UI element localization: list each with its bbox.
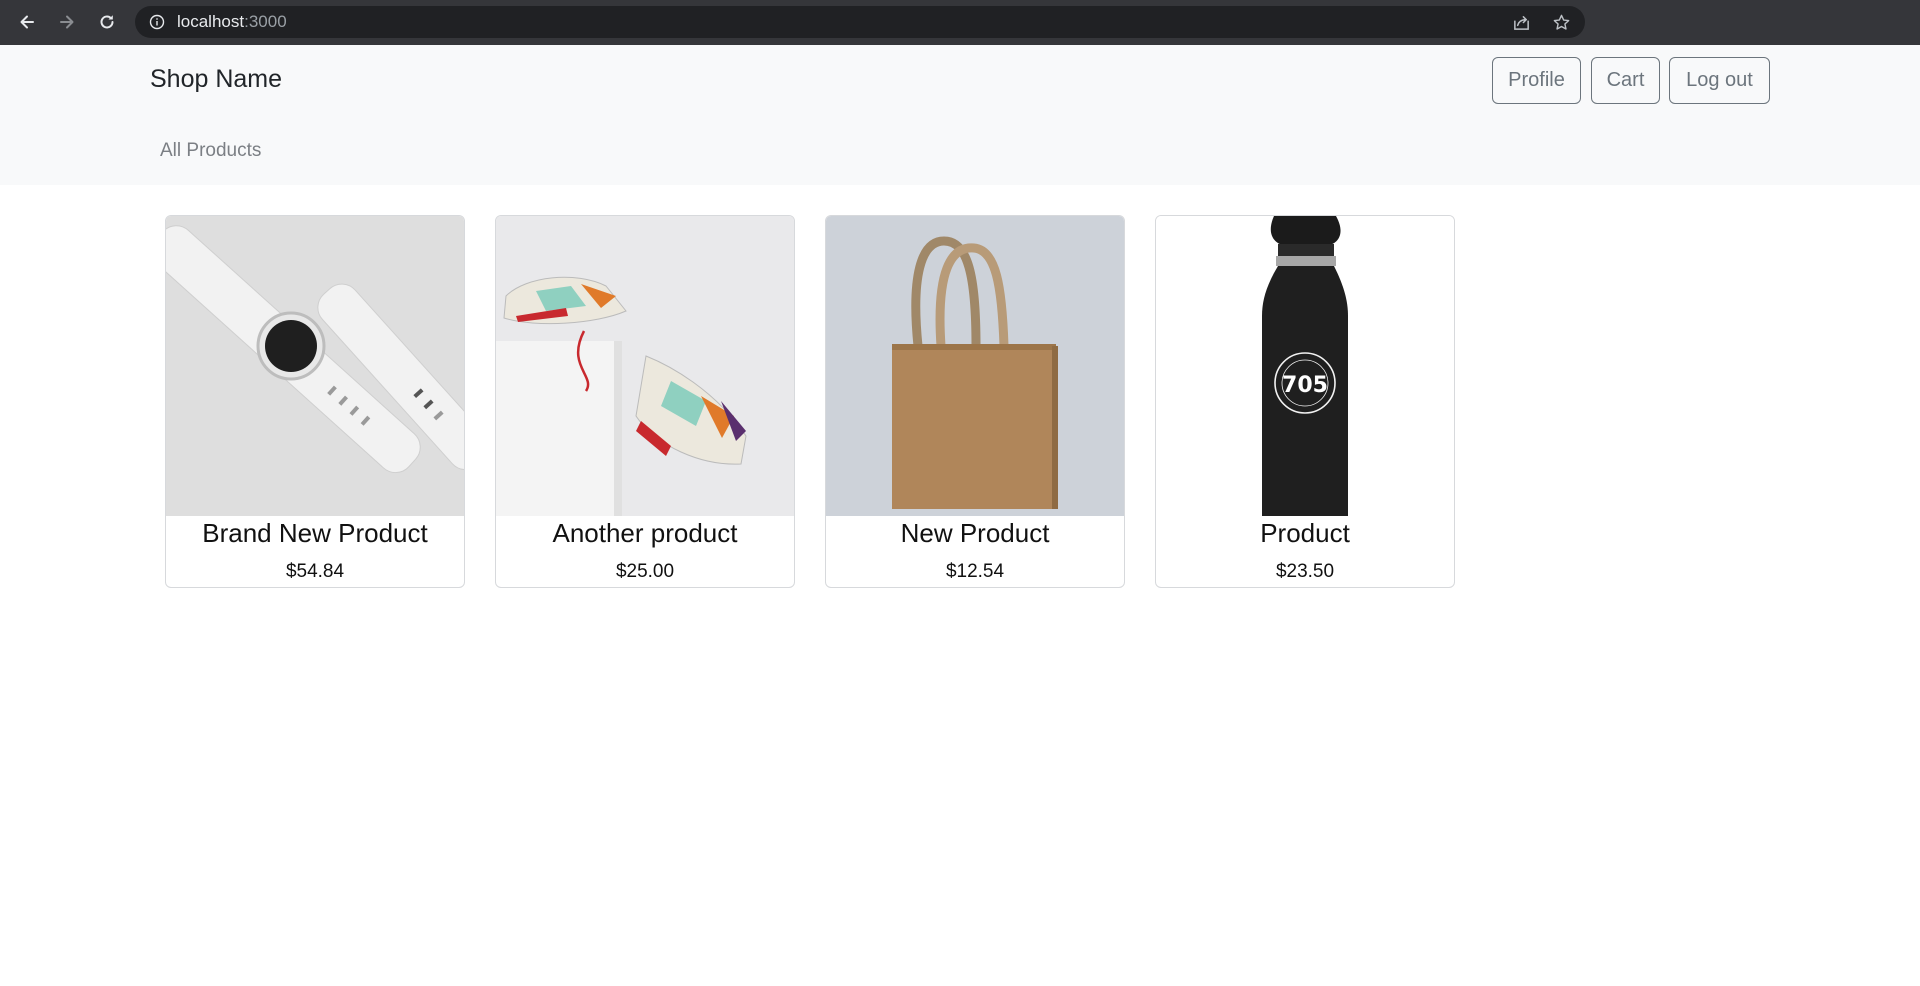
navbar: Shop Name Profile Cart Log out All Produ… <box>0 45 1920 185</box>
url-port: :3000 <box>244 12 287 31</box>
smartwatch-photo[interactable] <box>166 216 464 516</box>
address-bar[interactable]: localhost:3000 <box>135 6 1585 38</box>
product-card[interactable]: Another product $25.00 <box>495 215 795 588</box>
forward-arrow-icon[interactable] <box>53 8 81 36</box>
svg-text:705: 705 <box>1282 373 1328 398</box>
info-icon[interactable] <box>149 14 165 30</box>
product-card[interactable]: New Product $12.54 <box>825 215 1125 588</box>
reload-icon[interactable] <box>93 8 121 36</box>
browser-toolbar: localhost:3000 <box>0 0 1920 45</box>
back-arrow-icon[interactable] <box>13 8 41 36</box>
product-card[interactable]: 705 Product $23.50 <box>1155 215 1455 588</box>
product-name[interactable]: Brand New Product <box>166 518 464 549</box>
star-icon[interactable] <box>1552 13 1571 32</box>
share-icon[interactable] <box>1512 13 1531 32</box>
product-name[interactable]: Another product <box>496 518 794 549</box>
sneakers-photo[interactable] <box>496 216 794 516</box>
url-text[interactable]: localhost:3000 <box>177 13 287 31</box>
product-price: $12.54 <box>945 561 1005 582</box>
logout-button[interactable]: Log out <box>1669 57 1770 104</box>
url-host: localhost <box>177 12 245 31</box>
product-price: $25.00 <box>615 561 675 582</box>
cart-button[interactable]: Cart <box>1591 57 1660 104</box>
product-name[interactable]: New Product <box>826 518 1124 549</box>
nav-link-all-products[interactable]: All Products <box>160 140 261 162</box>
product-price: $23.50 <box>1275 561 1335 582</box>
brand-link[interactable]: Shop Name <box>150 65 282 94</box>
water-bottle-photo[interactable]: 705 <box>1156 216 1454 516</box>
product-name[interactable]: Product <box>1156 518 1454 549</box>
tote-bag-photo[interactable] <box>826 216 1124 516</box>
product-card[interactable]: Brand New Product $54.84 <box>165 215 465 588</box>
profile-button[interactable]: Profile <box>1492 57 1581 104</box>
product-price: $54.84 <box>285 561 345 582</box>
